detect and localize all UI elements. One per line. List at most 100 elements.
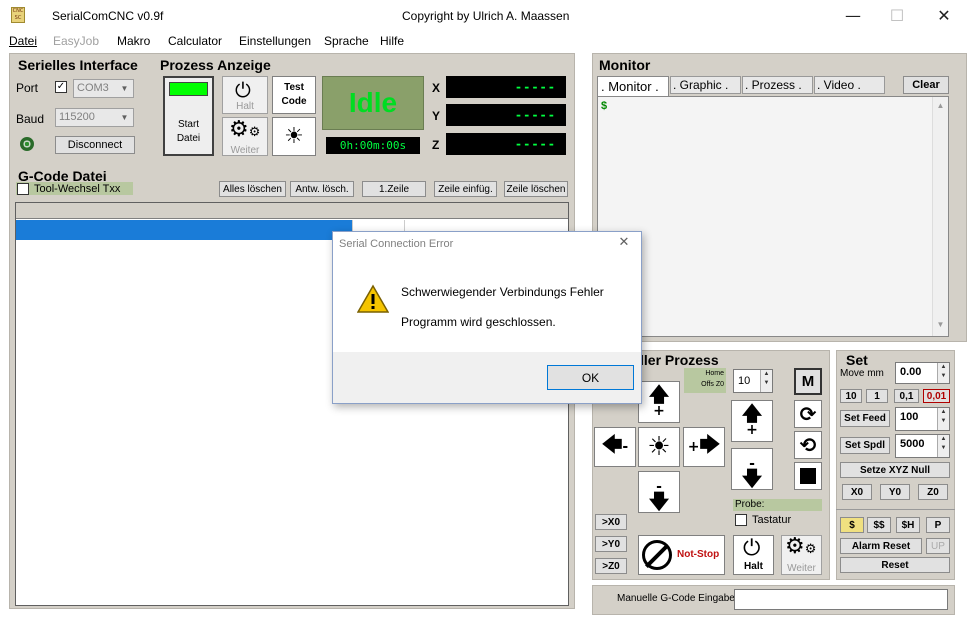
menu-calculator[interactable]: Calculator	[168, 34, 222, 48]
set-feed-button[interactable]: Set Feed	[840, 410, 890, 427]
stop-icon	[800, 468, 816, 484]
weiter-top-button[interactable]: ⚙⚙ Weiter	[222, 117, 268, 156]
close-button[interactable]: ✕	[921, 0, 967, 32]
tool-change-checkbox[interactable]	[17, 183, 29, 195]
port-label: Port	[16, 81, 39, 95]
stop-button[interactable]	[794, 462, 822, 490]
dialog-ok-button[interactable]: OK	[547, 365, 634, 390]
weiter-button[interactable]: ⚙⚙ Weiter	[781, 534, 822, 575]
home-offs-box: Home Offs Z0	[684, 368, 726, 393]
monitor-scrollbar[interactable]: ▲ ▼	[932, 97, 948, 336]
set-xyz-zero-button[interactable]: Setze XYZ Null	[840, 462, 950, 478]
zero-y-button[interactable]: Y0	[880, 484, 910, 500]
feed-spinner[interactable]: ▲ ▼	[937, 408, 949, 430]
move-mm-label: Move mm	[840, 368, 884, 379]
step-0-1-button[interactable]: 0,1	[894, 389, 919, 403]
disconnect-button[interactable]: Disconnect	[55, 136, 135, 154]
minimize-button[interactable]: —	[830, 0, 876, 32]
monitor-output[interactable]: $ ▲ ▼	[597, 96, 949, 337]
menu-hilfe[interactable]: Hilfe	[380, 34, 404, 48]
rotate-ccw-icon: ⟲	[799, 433, 817, 457]
manual-gcode-input[interactable]	[734, 589, 948, 610]
menu-datei[interactable]: Datei	[9, 34, 37, 48]
scroll-down-icon: ▼	[936, 320, 945, 329]
spindle-spinner[interactable]: ▲ ▼	[937, 435, 949, 457]
connection-status-icon	[20, 137, 34, 151]
manual-gcode-label: Manuelle G-Code Eingabe	[617, 593, 735, 604]
clear-answers-button[interactable]: Antw. lösch.	[290, 181, 354, 197]
zero-z-button[interactable]: Z0	[918, 484, 948, 500]
port-checkbox[interactable]: ✓	[55, 81, 67, 93]
tastatur-label: Tastatur	[752, 514, 792, 526]
gcode-list-header	[16, 203, 568, 219]
probe-label: Probe:	[733, 499, 822, 511]
goto-x0-button[interactable]: >X0	[595, 514, 627, 530]
tab-video[interactable]: . Video .	[814, 76, 885, 94]
rotate-ccw-button[interactable]: ⟲	[794, 431, 822, 459]
port-select[interactable]: COM3 ▼	[73, 79, 134, 98]
menu-einstellungen[interactable]: Einstellungen	[239, 34, 311, 48]
maximize-button[interactable]: ☐	[874, 0, 920, 32]
tab-graphic[interactable]: . Graphic .	[670, 76, 741, 94]
test-code-button[interactable]: Test Code	[272, 76, 316, 114]
menu-makro[interactable]: Makro	[117, 34, 150, 48]
step-0-01-button[interactable]: 0,01	[923, 389, 950, 403]
clear-all-button[interactable]: Alles löschen	[219, 181, 286, 197]
z-minus-button[interactable]: - 🡇	[731, 448, 773, 490]
delete-line-button[interactable]: Zeile löschen	[504, 181, 568, 197]
grbl-home-button[interactable]: $H	[896, 517, 920, 533]
scroll-up-icon: ▲	[936, 101, 945, 110]
clear-monitor-button[interactable]: Clear	[903, 76, 949, 94]
gcode-selected-row[interactable]	[16, 220, 352, 240]
spindle-light-button[interactable]: ☀	[638, 427, 680, 467]
feed-input[interactable]: 100 ▲ ▼	[895, 407, 950, 431]
goto-y0-button[interactable]: >Y0	[595, 536, 627, 552]
alarm-reset-button[interactable]: Alarm Reset	[840, 538, 922, 554]
y-minus-button[interactable]: - 🡇	[638, 471, 680, 513]
x-plus-button[interactable]: +🡆	[683, 427, 725, 467]
dialog-close-button[interactable]: ✕	[613, 235, 635, 253]
spindle-input[interactable]: 5000 ▲ ▼	[895, 434, 950, 458]
grbl-p-button[interactable]: P	[926, 517, 950, 533]
rotate-cw-button[interactable]: ⟳	[794, 400, 822, 428]
halt-top-button[interactable]: ⏻ Halt	[222, 76, 268, 114]
reset-button[interactable]: Reset	[840, 557, 950, 573]
first-line-button[interactable]: 1.Zeile	[362, 181, 426, 197]
goto-z0-button[interactable]: >Z0	[595, 558, 627, 574]
weiter-top-label: Weiter	[230, 145, 260, 156]
move-mm-input[interactable]: 0.00 ▲ ▼	[895, 362, 950, 384]
arrow-down-minus-icon: - 🡇	[648, 478, 670, 513]
step-1-button[interactable]: 1	[866, 389, 888, 403]
arrow-up-plus-icon: 🡅 +	[741, 400, 763, 438]
insert-line-button[interactable]: Zeile einfüg.	[434, 181, 497, 197]
menu-easyjob[interactable]: EasyJob	[53, 34, 99, 48]
arrow-down-minus-icon: - 🡇	[741, 455, 763, 490]
x-minus-button[interactable]: 🡄-	[594, 427, 636, 467]
up-button[interactable]: UP	[926, 538, 950, 554]
set-divider	[836, 509, 955, 510]
zero-x-button[interactable]: X0	[842, 484, 872, 500]
serial-title: Serielles Interface	[18, 57, 138, 73]
tastatur-checkbox[interactable]	[735, 514, 747, 526]
light-icon[interactable]: ☀	[272, 117, 316, 156]
macro-m-button[interactable]: M	[794, 368, 822, 395]
tab-monitor[interactable]: . Monitor .	[597, 76, 669, 96]
grbl-settings-button[interactable]: $$	[867, 517, 891, 533]
step-10-button[interactable]: 10	[840, 389, 862, 403]
start-label: Start Datei	[176, 119, 201, 144]
step-spinner[interactable]: ▲ ▼	[760, 370, 772, 392]
move-mm-value: 0.00	[900, 366, 922, 378]
y-plus-button[interactable]: 🡅 +	[638, 381, 680, 423]
start-datei-button[interactable]: Start Datei	[163, 76, 214, 156]
tab-prozess[interactable]: . Prozess .	[742, 76, 813, 94]
menu-sprache[interactable]: Sprache	[324, 34, 369, 48]
grbl-dollar-button[interactable]: $	[840, 517, 864, 533]
baud-select[interactable]: 115200 ▼	[55, 108, 134, 127]
z-plus-button[interactable]: 🡅 +	[731, 400, 773, 442]
halt-button[interactable]: ⏻ Halt	[733, 535, 774, 575]
set-spindle-button[interactable]: Set Spdl	[840, 437, 890, 454]
step-input[interactable]: 10 ▲ ▼	[733, 369, 773, 393]
notstop-button[interactable]: Not-Stop	[638, 535, 725, 575]
step-value: 10	[738, 375, 751, 387]
move-spinner[interactable]: ▲ ▼	[937, 363, 949, 383]
